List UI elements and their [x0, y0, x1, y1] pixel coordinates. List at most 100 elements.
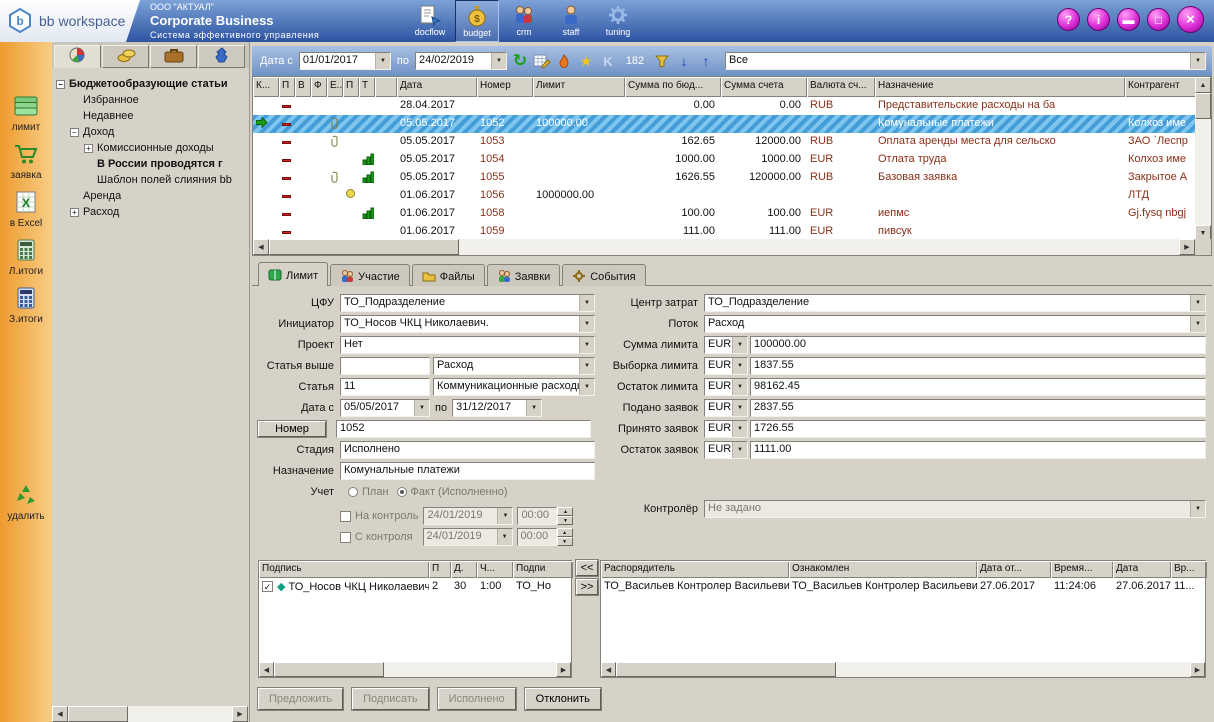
tree-item[interactable]: −Доход — [52, 124, 249, 140]
chevron-down-icon[interactable]: ▼ — [497, 529, 512, 545]
from-control-checkbox[interactable] — [340, 532, 351, 543]
sidebar-item-удалить[interactable]: удалить — [0, 483, 52, 522]
module-crm[interactable]: crm — [502, 0, 546, 42]
chevron-down-icon[interactable]: ▼ — [414, 400, 429, 416]
scrollbar-track[interactable] — [384, 662, 556, 677]
grid-column-header[interactable]: Лимит — [533, 77, 625, 97]
acknowledge-row[interactable]: ТО_Васильев Контролер ВасильевичТО_Васил… — [601, 578, 1205, 595]
signatures-column-header[interactable]: Ч... — [477, 561, 513, 578]
number-input[interactable]: 1052 — [336, 420, 591, 438]
move-down-icon[interactable]: ↓ — [675, 53, 693, 69]
scroll-left-icon[interactable]: ◀ — [601, 662, 616, 677]
plan-radio[interactable] — [348, 487, 358, 497]
grid-column-header[interactable]: Т — [359, 77, 375, 97]
star-icon[interactable]: ★ — [577, 53, 595, 70]
grid-row[interactable]: 05.05.20171052100000.00Комунальные плате… — [253, 115, 1195, 133]
tree-tab-1[interactable] — [54, 45, 101, 68]
scroll-left-icon[interactable]: ◀ — [52, 706, 68, 722]
amount-value-input[interactable]: 100000.00 — [750, 336, 1206, 354]
tree-item[interactable]: Аренда — [52, 188, 249, 204]
chevron-down-icon[interactable]: ▼ — [732, 400, 747, 416]
minimize-button[interactable]: ▬ — [1117, 8, 1140, 31]
action-button-Исполнено[interactable]: Исполнено — [438, 688, 516, 710]
tree-expand-icon[interactable]: + — [70, 208, 79, 217]
spin-up-icon[interactable]: ▲ — [557, 528, 573, 537]
purpose-input[interactable]: Комунальные платежи — [340, 462, 595, 480]
grid-row[interactable]: 05.05.201710551626.55120000.00RUBБазовая… — [253, 169, 1195, 187]
acknowledge-column-header[interactable]: Ознакомлен — [789, 561, 977, 578]
chevron-down-icon[interactable]: ▼ — [1190, 501, 1205, 517]
currency-combobox[interactable]: EUR▼ — [704, 420, 748, 438]
scroll-right-icon[interactable]: ▶ — [1190, 662, 1205, 677]
refresh-icon[interactable]: ↻ — [511, 51, 529, 71]
chevron-down-icon[interactable]: ▼ — [497, 508, 512, 524]
currency-combobox[interactable]: EUR▼ — [704, 441, 748, 459]
tab-files[interactable]: Файлы — [412, 264, 485, 286]
move-all-left-button[interactable]: << — [576, 560, 598, 576]
signatures-column-header[interactable]: П — [429, 561, 451, 578]
module-docflow[interactable]: docflow — [408, 0, 452, 42]
tree-expand-icon[interactable]: + — [84, 144, 93, 153]
scroll-right-icon[interactable]: ▶ — [556, 662, 571, 677]
scrollbar-track[interactable] — [459, 239, 1179, 255]
signature-row[interactable]: ✓◆ТО_Носов ЧКЦ Николаевич2301:00ТО_Но — [259, 578, 571, 595]
grid-column-header[interactable]: Ф — [311, 77, 327, 97]
chevron-down-icon[interactable]: ▼ — [579, 295, 594, 311]
grid-row[interactable]: 28.04.20170.000.00RUBПредставительские р… — [253, 97, 1195, 115]
grid-row[interactable]: 05.05.20171053162.6512000.00RUBОплата ар… — [253, 133, 1195, 151]
sidebar-item-З.итоги[interactable]: З.итоги — [0, 286, 52, 325]
chevron-down-icon[interactable]: ▼ — [579, 358, 594, 374]
time-spinner[interactable]: ▲▼ — [557, 507, 573, 525]
chevron-down-icon[interactable]: ▼ — [579, 316, 594, 332]
grid-column-header[interactable] — [375, 77, 397, 97]
scroll-left-icon[interactable]: ◀ — [259, 662, 274, 677]
grid-column-header[interactable]: Назначение — [875, 77, 1125, 97]
acknowledge-column-header[interactable]: Дата — [1113, 561, 1171, 578]
controller-combobox[interactable]: Не задано ▼ — [704, 500, 1206, 518]
tree-item[interactable]: −Бюджетообразующие статьи — [52, 76, 249, 92]
move-up-icon[interactable]: ↑ — [697, 53, 715, 69]
tree-item[interactable]: +Комиссионные доходы — [52, 140, 249, 156]
amount-value-input[interactable]: 2837.55 — [750, 399, 1206, 417]
number-button[interactable]: Номер — [258, 421, 326, 437]
signatures-column-header[interactable]: Д. — [451, 561, 477, 578]
scroll-right-icon[interactable]: ▶ — [232, 706, 248, 722]
stage-input[interactable]: Исполнено — [340, 441, 595, 459]
chevron-down-icon[interactable]: ▼ — [1190, 53, 1205, 69]
spin-up-icon[interactable]: ▲ — [557, 507, 573, 516]
chevron-down-icon[interactable]: ▼ — [526, 400, 541, 416]
article-name-combobox[interactable]: Коммуникационные расходы ▼ — [433, 378, 595, 396]
tree-horizontal-scrollbar[interactable]: ◀ ▶ — [52, 706, 248, 722]
module-tuning[interactable]: tuning — [596, 0, 640, 42]
fact-radio[interactable] — [397, 487, 407, 497]
amount-value-input[interactable]: 1726.55 — [750, 420, 1206, 438]
from-control-time-input[interactable]: 00:00 — [517, 528, 557, 546]
chevron-down-icon[interactable]: ▼ — [579, 379, 594, 395]
tree-expand-icon[interactable]: − — [70, 128, 79, 137]
scrollbar-track[interactable] — [128, 706, 232, 722]
time-spinner[interactable]: ▲▼ — [557, 528, 573, 546]
project-combobox[interactable]: Нет ▼ — [340, 336, 595, 354]
tree-tab-4[interactable] — [198, 45, 245, 68]
module-staff[interactable]: staff — [549, 0, 593, 42]
scrollbar-track[interactable] — [836, 662, 1190, 677]
info-button[interactable]: i — [1087, 8, 1110, 31]
grid-column-header[interactable]: В — [295, 77, 311, 97]
chevron-down-icon[interactable]: ▼ — [491, 53, 506, 69]
chevron-down-icon[interactable]: ▼ — [732, 442, 747, 458]
sidebar-item-лимит[interactable]: лимит — [0, 94, 52, 133]
scroll-right-icon[interactable]: ▶ — [1179, 239, 1195, 255]
article-number-input[interactable]: 11 — [340, 378, 430, 396]
acknowledge-column-header[interactable]: Вр... — [1171, 561, 1207, 578]
grid-column-header[interactable]: К... — [253, 77, 279, 97]
grid-column-header[interactable]: П — [279, 77, 295, 97]
signatures-column-header[interactable]: Подпись — [259, 561, 429, 578]
move-all-right-button[interactable]: >> — [576, 579, 598, 595]
tab-limit[interactable]: Лимит — [258, 262, 328, 286]
signatures-horizontal-scrollbar[interactable]: ◀ ▶ — [259, 662, 571, 677]
tree-tab-2[interactable] — [102, 45, 149, 68]
amount-value-input[interactable]: 1837.55 — [750, 357, 1206, 375]
sidebar-item-заявка[interactable]: заявка — [0, 142, 52, 181]
chevron-down-icon[interactable]: ▼ — [732, 421, 747, 437]
action-button-Отклонить[interactable]: Отклонить — [525, 688, 601, 710]
